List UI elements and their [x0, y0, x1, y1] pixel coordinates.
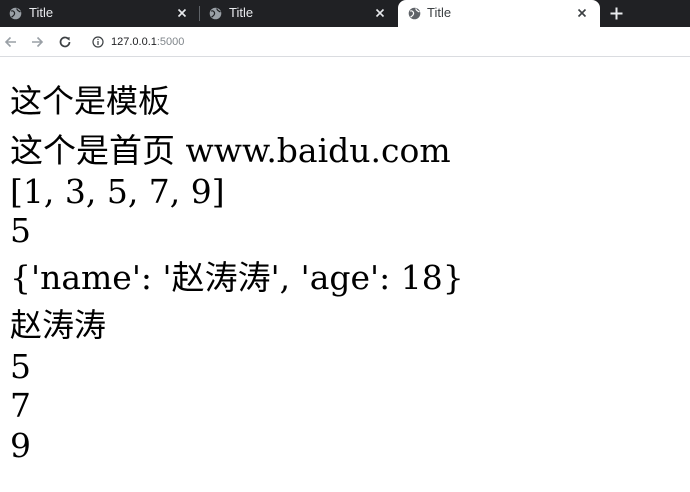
close-icon[interactable] — [176, 7, 188, 19]
info-icon[interactable] — [92, 36, 104, 48]
url-host: 127.0.0.1 — [111, 36, 157, 48]
number-output: 5 — [10, 211, 31, 250]
template-heading: 这个是模板 — [10, 82, 171, 120]
globe-icon — [209, 7, 222, 20]
back-arrow-icon[interactable] — [3, 34, 19, 50]
tab-3-active[interactable]: Title — [398, 0, 600, 27]
name-output: 赵涛涛 — [10, 306, 107, 344]
tab-1[interactable]: Title — [0, 0, 200, 27]
loop-item: 5 — [10, 347, 31, 386]
address-bar[interactable]: 127.0.0.1:5000 — [84, 31, 690, 53]
close-icon[interactable] — [374, 7, 386, 19]
tab-title: Title — [229, 5, 254, 20]
list-output: [1, 3, 5, 7, 9] — [10, 172, 225, 211]
close-icon[interactable] — [576, 7, 588, 19]
tab-title: Title — [427, 5, 452, 20]
url-port: :5000 — [156, 36, 185, 48]
loop-item: 9 — [10, 426, 31, 465]
url-text[interactable]: 127.0.0.1:5000 — [111, 34, 184, 50]
globe-icon — [408, 7, 421, 20]
reload-icon[interactable] — [57, 34, 73, 50]
dict-output: {'name': '赵涛涛', 'age': 18} — [10, 258, 464, 297]
homepage-line: 这个是首页 www.baidu.com — [10, 131, 451, 170]
globe-icon — [9, 7, 22, 20]
tab-2[interactable]: Title — [200, 0, 398, 27]
browser-toolbar: 127.0.0.1:5000 — [0, 27, 690, 57]
loop-item: 7 — [10, 386, 31, 425]
tab-title: Title — [29, 5, 54, 20]
forward-arrow-icon[interactable] — [29, 34, 45, 50]
tab-strip: Title Title Title — [0, 0, 690, 27]
new-tab-icon[interactable] — [609, 6, 624, 21]
